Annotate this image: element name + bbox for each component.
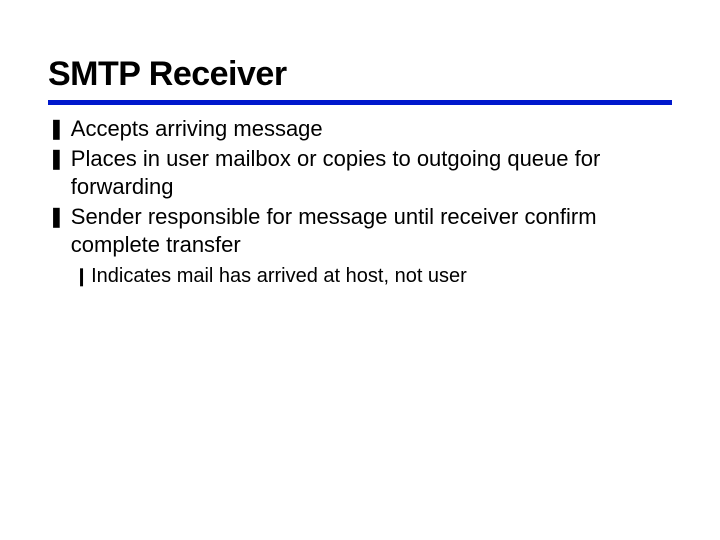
bullet-text: Sender responsible for message until rec… <box>71 203 672 259</box>
slide-title: SMTP Receiver <box>48 55 672 94</box>
title-divider <box>48 100 672 105</box>
bullet-item: ❚ Accepts arriving message <box>48 115 672 143</box>
bullet-marker-icon: ❚ <box>48 145 65 173</box>
bullet-item: ❚ Sender responsible for message until r… <box>48 203 672 259</box>
bullet-marker-icon: ❚ <box>48 115 65 143</box>
bullet-item: ❚ Places in user mailbox or copies to ou… <box>48 145 672 201</box>
bullet-text: Places in user mailbox or copies to outg… <box>71 145 672 201</box>
sub-bullet-marker-icon: ❙ <box>74 263 89 289</box>
bullet-marker-icon: ❚ <box>48 203 65 231</box>
bullet-text: Accepts arriving message <box>71 115 323 143</box>
sub-bullet-text: Indicates mail has arrived at host, not … <box>91 263 467 289</box>
sub-bullet-item: ❙ Indicates mail has arrived at host, no… <box>74 263 672 289</box>
slide-content: ❚ Accepts arriving message ❚ Places in u… <box>48 115 672 289</box>
